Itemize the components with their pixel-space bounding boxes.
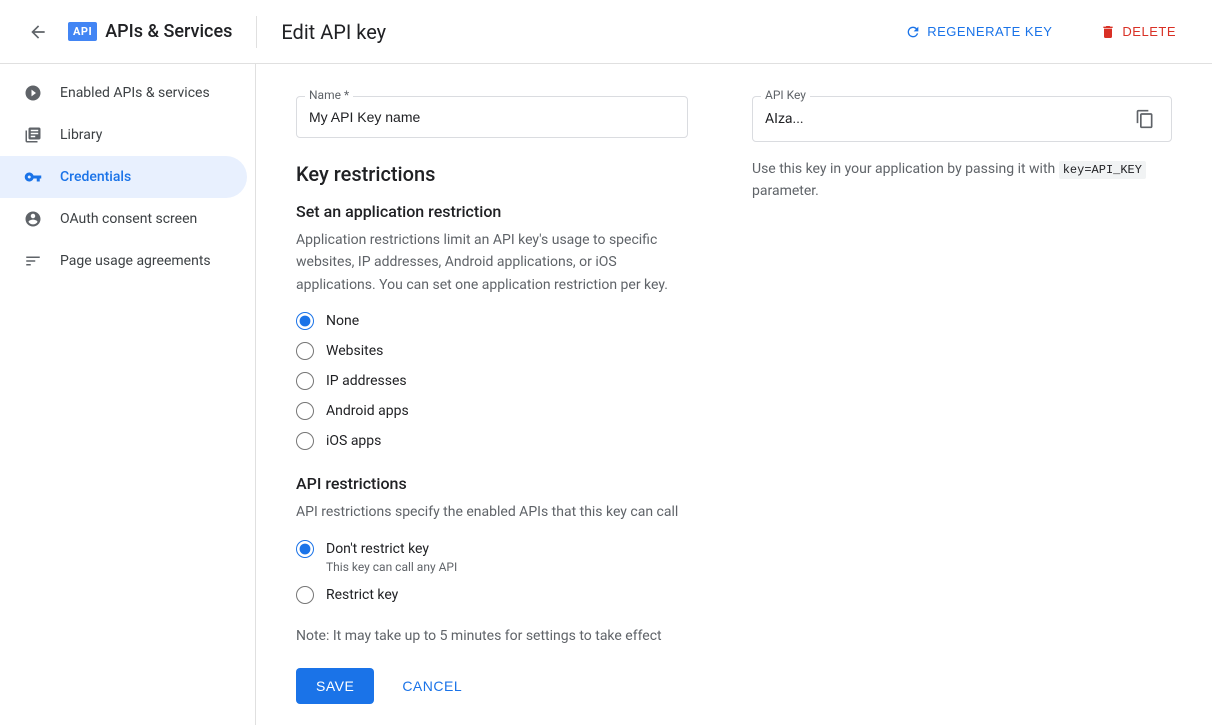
sidebar-item-credentials-label: Credentials bbox=[60, 169, 131, 185]
delete-label: DELETE bbox=[1122, 24, 1176, 39]
content-area: Name * Key restrictions Set an applicati… bbox=[256, 64, 1212, 725]
radio-websites[interactable] bbox=[296, 342, 314, 360]
radio-option-restrict-key[interactable]: Restrict key bbox=[296, 586, 688, 604]
app-title: APIs & Services bbox=[105, 21, 232, 42]
application-restriction-title: Set an application restriction bbox=[296, 202, 688, 221]
note-text: Note: It may take up to 5 minutes for se… bbox=[296, 628, 688, 644]
radio-dont-restrict[interactable] bbox=[296, 540, 314, 558]
sidebar-item-enabled-apis[interactable]: Enabled APIs & services bbox=[0, 72, 247, 114]
copy-api-key-button[interactable] bbox=[1131, 105, 1159, 133]
sidebar-item-library-label: Library bbox=[60, 127, 102, 143]
name-field-group: Name * bbox=[296, 96, 688, 138]
radio-ip-addresses[interactable] bbox=[296, 372, 314, 390]
radio-dont-restrict-label: Don't restrict key bbox=[326, 541, 429, 557]
sidebar-item-oauth-label: OAuth consent screen bbox=[60, 211, 197, 227]
page-usage-icon bbox=[24, 252, 44, 270]
copy-icon bbox=[1135, 109, 1155, 129]
save-button[interactable]: SAVE bbox=[296, 668, 374, 704]
dont-restrict-sublabel: This key can call any API bbox=[326, 560, 688, 574]
sidebar-item-credentials[interactable]: Credentials bbox=[0, 156, 247, 198]
radio-none-label: None bbox=[326, 313, 359, 329]
radio-restrict-key[interactable] bbox=[296, 586, 314, 604]
radio-restrict-key-label: Restrict key bbox=[326, 587, 398, 603]
radio-none[interactable] bbox=[296, 312, 314, 330]
cancel-button[interactable]: CANCEL bbox=[382, 668, 482, 704]
library-icon bbox=[24, 126, 44, 144]
app-logo: API APIs & Services bbox=[68, 21, 232, 42]
radio-option-ip-addresses[interactable]: IP addresses bbox=[296, 372, 688, 390]
sidebar-item-page-usage-label: Page usage agreements bbox=[60, 253, 211, 269]
api-key-hint-code: key=API_KEY bbox=[1059, 161, 1146, 179]
api-key-hint-text: Use this key in your application by pass… bbox=[752, 161, 1055, 177]
left-panel: Name * Key restrictions Set an applicati… bbox=[296, 96, 688, 693]
right-panel: API Key AIza... Use this key in your app… bbox=[752, 96, 1172, 693]
radio-ip-addresses-label: IP addresses bbox=[326, 373, 407, 389]
api-restrictions-title: API restrictions bbox=[296, 474, 688, 493]
name-outlined-field: Name * bbox=[296, 96, 688, 138]
radio-option-ios-apps[interactable]: iOS apps bbox=[296, 432, 688, 450]
header-divider bbox=[256, 16, 257, 48]
header-actions: REGENERATE KEY DELETE bbox=[893, 16, 1188, 48]
sidebar-item-enabled-apis-label: Enabled APIs & services bbox=[60, 85, 210, 101]
delete-button[interactable]: DELETE bbox=[1088, 16, 1188, 48]
radio-option-android-apps[interactable]: Android apps bbox=[296, 402, 688, 420]
api-restrictions-description: API restrictions specify the enabled API… bbox=[296, 501, 688, 523]
api-key-value: AIza... bbox=[765, 107, 1131, 131]
sidebar-item-oauth[interactable]: OAuth consent screen bbox=[0, 198, 247, 240]
delete-icon bbox=[1100, 24, 1116, 40]
action-buttons: SAVE CANCEL bbox=[296, 668, 688, 704]
sidebar-item-page-usage[interactable]: Page usage agreements bbox=[0, 240, 247, 282]
sidebar-item-library[interactable]: Library bbox=[0, 114, 247, 156]
api-restrictions-section: API restrictions API restrictions specif… bbox=[296, 474, 688, 603]
key-restrictions-title: Key restrictions bbox=[296, 162, 688, 186]
regenerate-key-label: REGENERATE KEY bbox=[927, 24, 1052, 39]
radio-android-apps[interactable] bbox=[296, 402, 314, 420]
api-logo-icon: API bbox=[68, 22, 97, 41]
radio-ios-apps-label: iOS apps bbox=[326, 433, 381, 449]
sidebar: Enabled APIs & services Library Credenti… bbox=[0, 64, 256, 725]
radio-option-dont-restrict[interactable]: Don't restrict key bbox=[296, 540, 688, 558]
credentials-icon bbox=[24, 168, 44, 186]
radio-websites-label: Websites bbox=[326, 343, 383, 359]
top-header: API APIs & Services Edit API key REGENER… bbox=[0, 0, 1212, 64]
radio-option-websites[interactable]: Websites bbox=[296, 342, 688, 360]
radio-option-none[interactable]: None bbox=[296, 312, 688, 330]
api-key-hint-suffix: parameter. bbox=[752, 183, 819, 199]
api-restrictions-radio-group: Don't restrict key This key can call any… bbox=[296, 540, 688, 604]
regenerate-key-button[interactable]: REGENERATE KEY bbox=[893, 16, 1064, 48]
radio-android-apps-label: Android apps bbox=[326, 403, 409, 419]
dont-restrict-option-wrapper: Don't restrict key This key can call any… bbox=[296, 540, 688, 574]
api-key-hint: Use this key in your application by pass… bbox=[752, 158, 1172, 203]
page-title: Edit API key bbox=[281, 20, 386, 44]
oauth-icon bbox=[24, 210, 44, 228]
back-button[interactable] bbox=[24, 18, 52, 46]
radio-ios-apps[interactable] bbox=[296, 432, 314, 450]
regenerate-icon bbox=[905, 24, 921, 40]
application-restriction-description: Application restrictions limit an API ke… bbox=[296, 229, 688, 296]
enabled-apis-icon bbox=[24, 84, 44, 102]
application-restriction-radio-group: None Websites IP addresses Android apps … bbox=[296, 312, 688, 450]
api-key-field: API Key AIza... bbox=[752, 96, 1172, 142]
main-layout: Enabled APIs & services Library Credenti… bbox=[0, 64, 1212, 725]
api-key-label: API Key bbox=[761, 88, 810, 102]
name-input[interactable] bbox=[309, 105, 675, 129]
name-field-label: Name * bbox=[305, 88, 353, 102]
